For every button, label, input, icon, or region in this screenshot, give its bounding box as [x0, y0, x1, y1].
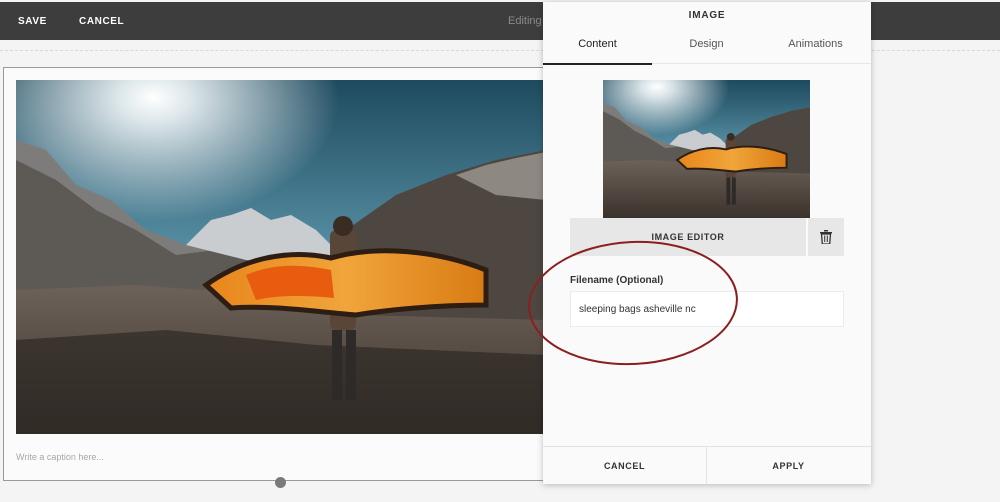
panel-footer: CANCEL APPLY — [543, 446, 871, 485]
delete-image-button[interactable] — [808, 218, 844, 256]
caption-input[interactable]: Write a caption here... — [16, 452, 104, 462]
panel-cancel-button[interactable]: CANCEL — [543, 447, 706, 485]
image-thumbnail — [603, 80, 810, 218]
tab-design[interactable]: Design — [652, 38, 761, 63]
mountain-hiker-thumbnail — [603, 80, 810, 218]
image-block-photo[interactable] — [16, 80, 546, 434]
tab-animations[interactable]: Animations — [761, 38, 870, 63]
resize-handle[interactable] — [275, 477, 286, 488]
mountain-hiker-photo — [16, 80, 546, 434]
trash-icon — [820, 230, 832, 244]
editing-status: Editing — [508, 15, 542, 27]
image-settings-panel: IMAGE Content Design Animations IMAGE ED… — [543, 2, 871, 485]
cancel-button[interactable]: CANCEL — [79, 16, 124, 27]
filename-label: Filename (Optional) — [570, 275, 664, 286]
image-editor-button[interactable]: IMAGE EDITOR — [570, 218, 806, 256]
image-editor-row: IMAGE EDITOR — [570, 218, 844, 256]
tab-content[interactable]: Content — [543, 38, 652, 65]
save-button[interactable]: SAVE — [18, 16, 47, 27]
filename-input[interactable] — [570, 291, 844, 327]
panel-tabs: Content Design Animations — [543, 32, 871, 65]
apply-button[interactable]: APPLY — [707, 447, 870, 485]
panel-title: IMAGE — [688, 10, 726, 21]
